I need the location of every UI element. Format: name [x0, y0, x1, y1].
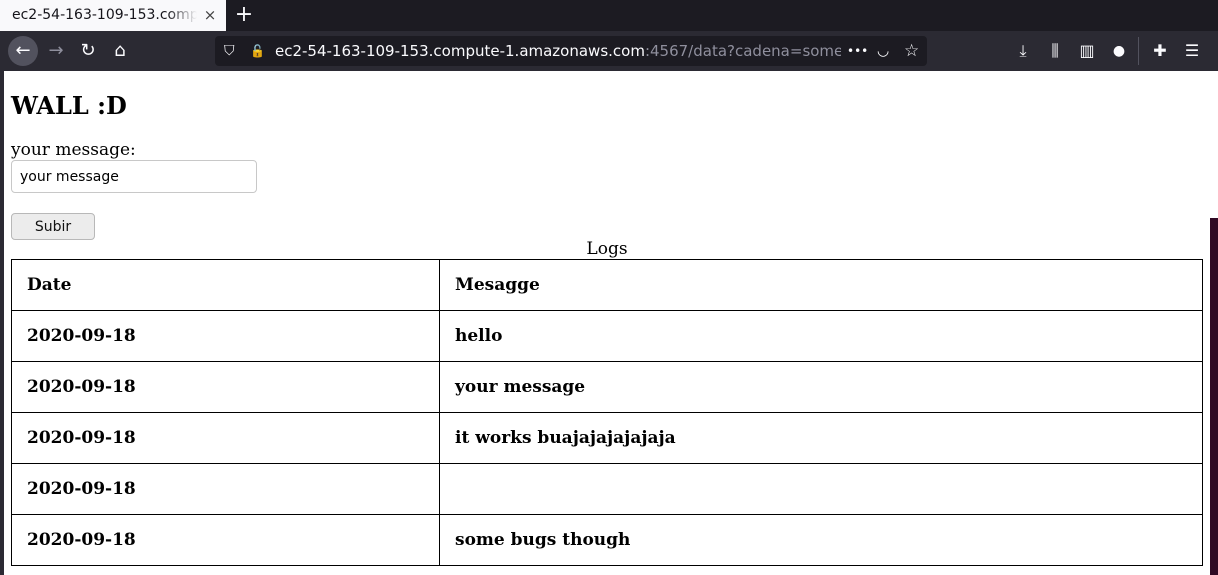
- message-cell: it works buajajajajajaja: [439, 412, 1203, 464]
- message-cell: hello: [439, 310, 1203, 362]
- date-column-header: Date: [11, 259, 440, 311]
- downloads-icon[interactable]: ⤓: [1009, 36, 1037, 66]
- submit-button[interactable]: Subir: [11, 213, 95, 240]
- table-row: 2020-09-18 it works buajajajajajaja: [11, 412, 1203, 464]
- pocket-icon[interactable]: ◡: [877, 36, 889, 66]
- tab-active[interactable]: ec2-54-163-109-153.compute-1.amazonaws.c…: [0, 0, 226, 31]
- page-actions-more-icon[interactable]: •••: [847, 36, 868, 66]
- insecure-lock-icon[interactable]: 🔓: [250, 36, 265, 66]
- tab-strip: ec2-54-163-109-153.compute-1.amazonaws.c…: [0, 0, 1218, 31]
- account-icon[interactable]: ●: [1105, 36, 1133, 66]
- logs-table: Date Mesagge 2020-09-18 hello 2020-09-18…: [11, 259, 1203, 566]
- menu-icon[interactable]: ☰: [1178, 36, 1206, 66]
- table-row: 2020-09-18: [11, 463, 1203, 515]
- home-icon[interactable]: ⌂: [105, 36, 135, 66]
- forward-arrow-icon[interactable]: →: [41, 36, 71, 66]
- message-input[interactable]: [11, 160, 257, 193]
- message-label: your message:: [11, 140, 136, 160]
- date-cell: 2020-09-18: [11, 310, 440, 362]
- date-cell: 2020-09-18: [11, 361, 440, 413]
- background-terminal-window: [1210, 218, 1218, 575]
- table-row: 2020-09-18 some bugs though: [11, 514, 1203, 566]
- message-column-header: Mesagge: [439, 259, 1203, 311]
- logs-caption: Logs: [586, 239, 628, 259]
- reload-icon[interactable]: ↻: [73, 36, 103, 66]
- toolbar-separator: [1138, 37, 1139, 65]
- url-path: :4567/data?cadena=some+bugs+though: [644, 42, 841, 60]
- message-cell: your message: [439, 361, 1203, 413]
- date-cell: 2020-09-18: [11, 463, 440, 515]
- navigation-toolbar: ← → ↻ ⌂ ⛉ 🔓 ec2-54-163-109-153.compute-1…: [0, 31, 1218, 71]
- bookmark-star-icon[interactable]: ☆: [904, 36, 919, 66]
- url-host: ec2-54-163-109-153.compute-1.amazonaws.c…: [275, 42, 645, 60]
- extensions-icon[interactable]: ✚: [1146, 36, 1174, 66]
- date-cell: 2020-09-18: [11, 514, 440, 566]
- new-tab-icon[interactable]: +: [232, 0, 256, 31]
- back-arrow-icon[interactable]: ←: [8, 36, 38, 66]
- url-text[interactable]: ec2-54-163-109-153.compute-1.amazonaws.c…: [275, 36, 841, 66]
- library-icon[interactable]: ⫼: [1041, 36, 1069, 66]
- table-row: 2020-09-18 hello: [11, 310, 1203, 362]
- table-row: 2020-09-18 your message: [11, 361, 1203, 413]
- date-cell: 2020-09-18: [11, 412, 440, 464]
- tracking-shield-icon[interactable]: ⛉: [224, 36, 235, 66]
- page-title: WALL :D: [11, 91, 127, 120]
- message-cell: some bugs though: [439, 514, 1203, 566]
- close-tab-icon[interactable]: ×: [202, 0, 218, 31]
- page-viewport: WALL :D your message: Subir Logs Date Me…: [4, 71, 1204, 575]
- sidebar-icon[interactable]: ▥: [1073, 36, 1101, 66]
- message-cell: [439, 463, 1203, 515]
- table-header-row: Date Mesagge: [11, 259, 1203, 311]
- address-bar[interactable]: ⛉ 🔓 ec2-54-163-109-153.compute-1.amazona…: [215, 36, 927, 66]
- tab-title: ec2-54-163-109-153.compute-1.amazonaws.c…: [12, 0, 197, 31]
